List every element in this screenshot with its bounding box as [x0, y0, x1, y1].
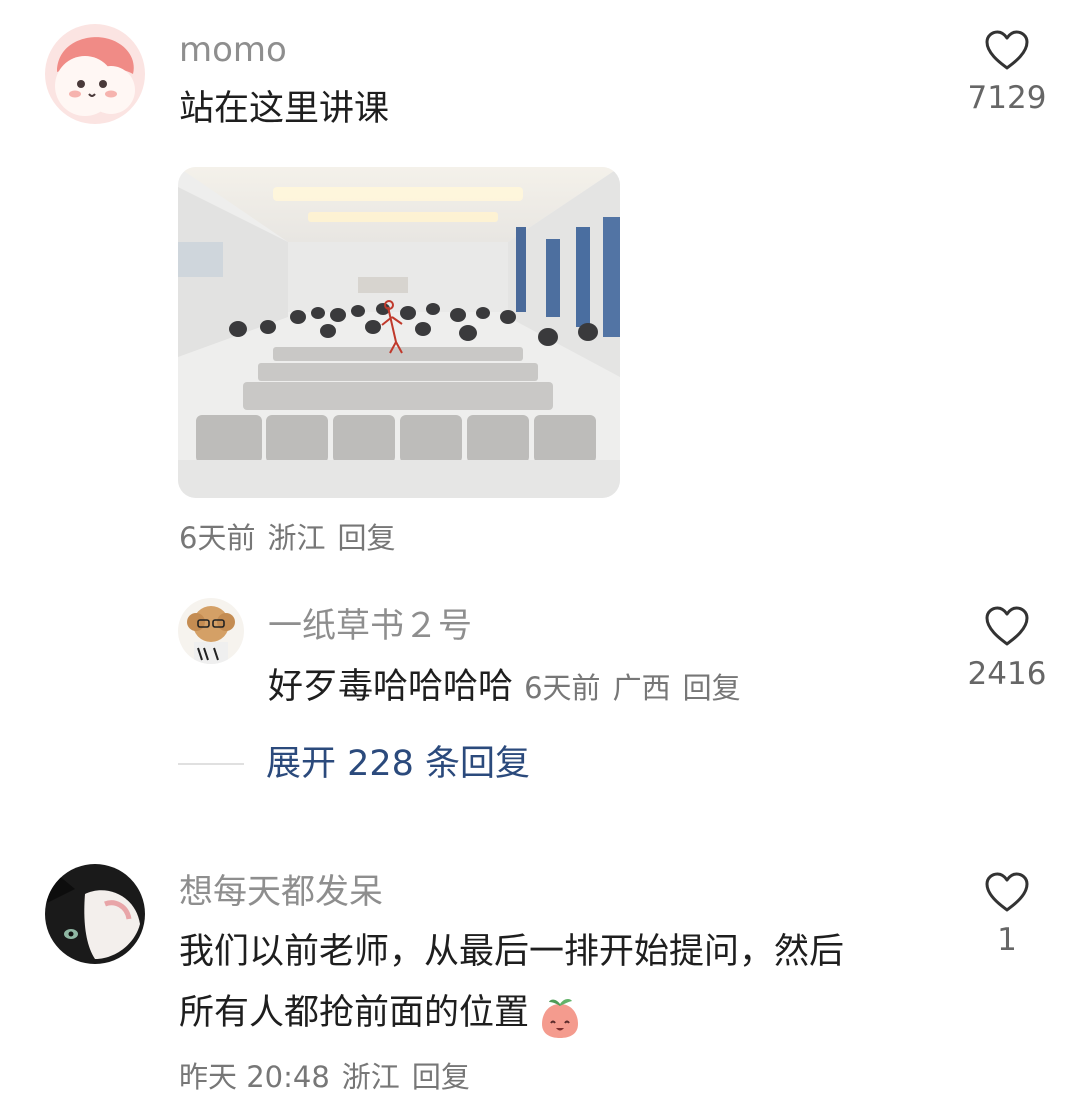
- like-button[interactable]: 7129: [962, 28, 1052, 116]
- like-count: 7129: [967, 80, 1047, 116]
- heart-outline-icon: [985, 606, 1029, 646]
- reply-text: 好歹毒哈哈哈哈: [268, 667, 514, 707]
- avatar-cat-user[interactable]: [45, 864, 145, 964]
- comment-location: 浙江: [341, 1060, 400, 1094]
- heart-outline-icon: [985, 872, 1029, 912]
- comment-text-line1: 我们以前老师，从最后一排开始提问，然后: [179, 932, 845, 972]
- heart-outline-icon: [985, 30, 1029, 70]
- comment-location: 浙江: [267, 521, 326, 555]
- comment-text-line2: 所有人都抢前面的位置: [179, 993, 530, 1033]
- reply-like-count: 2416: [967, 656, 1047, 692]
- comment-meta: 6天前 浙江 回复: [179, 520, 407, 556]
- comment-time: 6天前: [179, 521, 256, 555]
- comment-time: 昨天 20:48: [179, 1060, 330, 1094]
- comment-image[interactable]: [178, 167, 620, 498]
- avatar-momo[interactable]: [45, 24, 145, 124]
- reply-username[interactable]: 一纸草书２号: [268, 606, 472, 646]
- reply-like-button[interactable]: 2416: [962, 604, 1052, 692]
- reply-location: 广西: [612, 671, 671, 705]
- reply-reply-button[interactable]: 回复: [683, 671, 741, 705]
- like-count: 1: [997, 922, 1017, 958]
- expand-replies-button[interactable]: 展开 228 条回复: [266, 744, 530, 784]
- comment-username[interactable]: momo: [179, 30, 287, 70]
- comment-meta: 昨天 20:48 浙江 回复: [179, 1059, 482, 1095]
- reply-meta: 6天前 广西 回复: [524, 671, 752, 705]
- reply-button[interactable]: 回复: [337, 521, 395, 555]
- like-button[interactable]: 1: [962, 870, 1052, 958]
- reply-button[interactable]: 回复: [412, 1060, 470, 1094]
- avatar-reply-user[interactable]: [178, 598, 244, 664]
- comment-username[interactable]: 想每天都发呆: [179, 872, 383, 912]
- reply-time: 6天前: [524, 671, 601, 705]
- comment-text: 站在这里讲课: [179, 89, 390, 129]
- smiling-peach-emoji: [538, 996, 582, 1044]
- expand-divider: [178, 763, 244, 765]
